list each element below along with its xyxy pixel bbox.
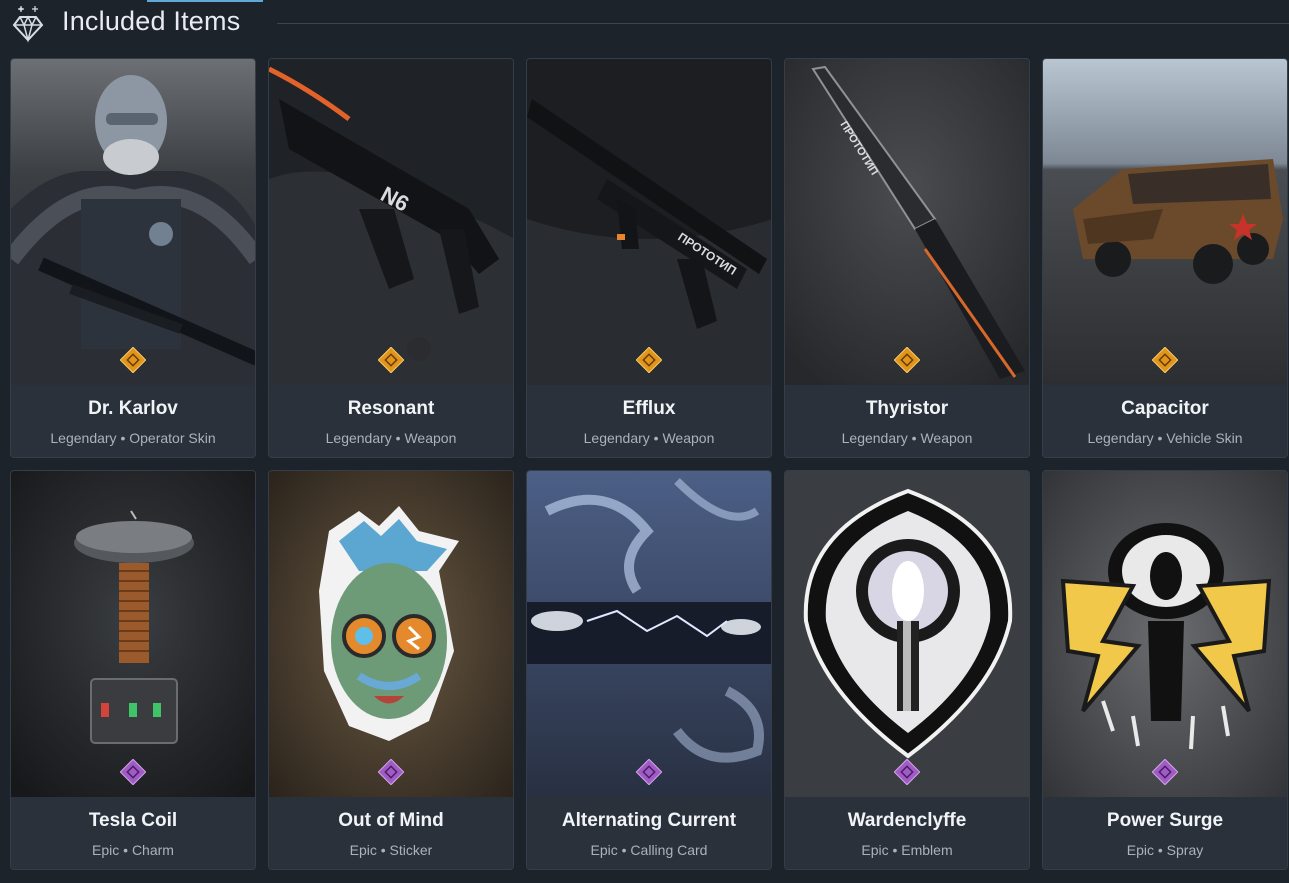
item-meta: Legendary • Operator Skin [50,430,216,446]
item-image-weapon: ПРОТОТИП [527,59,771,385]
epic-rarity-icon [636,759,662,785]
item-meta: Legendary • Weapon [841,430,973,446]
item-card[interactable]: N6 Resonant Legendary • Weapon [268,58,514,458]
legendary-rarity-icon [378,347,404,373]
item-card[interactable]: Wardenclyffe Epic • Emblem [784,470,1030,870]
header-divider [277,23,1289,24]
item-card[interactable]: ПРОТОТИП Efflux Legendary • Weapon [526,58,772,458]
item-name: Alternating Current [561,810,737,831]
legendary-rarity-icon [636,347,662,373]
legendary-rarity-icon [894,347,920,373]
item-image-charm [11,471,255,797]
item-card[interactable]: Alternating Current Epic • Calling Card [526,470,772,870]
item-meta: Legendary • Vehicle Skin [1087,430,1243,446]
item-image-calling-card [527,471,771,797]
section-header: Included Items [0,0,1289,50]
item-name: Tesla Coil [88,810,178,831]
item-name: Wardenclyffe [847,810,967,831]
item-meta: Epic • Sticker [349,842,433,858]
epic-rarity-icon [1152,759,1178,785]
item-meta: Epic • Spray [1126,842,1204,858]
item-image-weapon: N6 [269,59,513,385]
item-card[interactable]: Tesla Coil Epic • Charm [10,470,256,870]
item-meta: Epic • Charm [92,842,174,858]
item-card[interactable]: Power Surge Epic • Spray [1042,470,1288,870]
diamond-icon [12,6,44,43]
item-card[interactable]: ПРОТОТИП Thyristor Legendary • Weapon [784,58,1030,458]
item-card[interactable]: Capacitor Legendary • Vehicle Skin [1042,58,1288,458]
item-meta: Epic • Calling Card [590,842,708,858]
item-name: Out of Mind [338,810,444,831]
item-image-vehicle [1043,59,1287,385]
item-name: Power Surge [1106,810,1224,831]
item-image-knife: ПРОТОТИП [785,59,1029,385]
item-meta: Legendary • Weapon [583,430,715,446]
items-grid: Dr. Karlov Legendary • Operator Skin N6 … [10,58,1289,883]
item-image-emblem [785,471,1029,797]
epic-rarity-icon [120,759,146,785]
epic-rarity-icon [378,759,404,785]
item-name: Capacitor [1121,398,1209,419]
page-title: Included Items [62,6,241,36]
item-name: Thyristor [865,398,949,419]
legendary-rarity-icon [120,347,146,373]
epic-rarity-icon [894,759,920,785]
item-name: Efflux [622,398,676,419]
item-image-operator [11,59,255,385]
item-card[interactable]: Out of Mind Epic • Sticker [268,470,514,870]
item-meta: Legendary • Weapon [325,430,457,446]
item-image-spray [1043,471,1287,797]
item-card[interactable]: Dr. Karlov Legendary • Operator Skin [10,58,256,458]
item-name: Resonant [347,398,435,419]
legendary-rarity-icon [1152,347,1178,373]
item-name: Dr. Karlov [88,398,178,419]
item-meta: Epic • Emblem [861,842,953,858]
item-image-sticker [269,471,513,797]
